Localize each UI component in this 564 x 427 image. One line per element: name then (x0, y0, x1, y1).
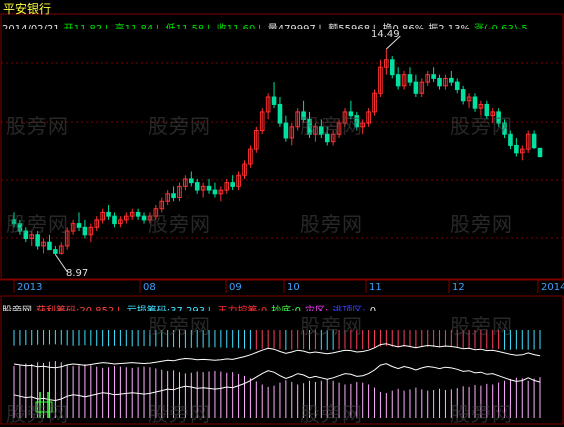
candle-body (437, 77, 442, 87)
candle-body (271, 96, 277, 105)
candle-body (514, 144, 519, 154)
candle-body (141, 215, 147, 221)
candle-body (53, 249, 58, 254)
date-tick-label: 10 (287, 282, 300, 293)
indicator-field-0: 股旁网 (2, 306, 32, 311)
watermark: 股旁网 (6, 212, 69, 236)
high-price-label: 14.49 (371, 29, 400, 40)
quote-field-8: 振2.13% (428, 24, 470, 29)
stock-name: 平安银行 (3, 2, 52, 16)
candle-body (212, 189, 218, 195)
indicator-field-4: 抄底:0 (271, 306, 301, 311)
candle-body (82, 226, 88, 236)
watermark: 股旁网 (450, 402, 513, 426)
main-pane-border (0, 13, 564, 280)
candle-body (460, 89, 466, 102)
date-tick-label: 11 (369, 282, 382, 293)
low-price-label: 8.97 (66, 268, 89, 279)
quote-info-line: 2014/02/21 开11.82↓ 高11.84↓ 低11.58↓ 收11.60↓ 量4… (2, 17, 564, 29)
loss-curve (13, 363, 541, 402)
quote-field-1: 开11.82↓ (64, 24, 111, 29)
candle-body (407, 74, 413, 83)
candle-body (230, 182, 235, 187)
watermark: 股旁网 (148, 402, 211, 426)
watermark: 股旁网 (450, 314, 513, 338)
candle-body (531, 133, 537, 149)
watermark: 股旁网 (300, 314, 363, 338)
watermark: 股旁网 (148, 314, 211, 338)
date-tick-label: 08 (143, 282, 156, 293)
candle-body (395, 74, 401, 87)
quote-field-3: 低11.58↓ (166, 24, 213, 29)
quote-field-2: 高11.84↓ (115, 24, 162, 29)
candle-body (431, 74, 436, 79)
candle-body (47, 241, 52, 251)
quote-field-5: 量479997↓ (268, 24, 325, 29)
date-tick-label: 12 (452, 282, 465, 293)
candle-body (283, 122, 289, 139)
watermark: 股旁网 (450, 212, 513, 236)
candle-body (449, 77, 454, 83)
date-tick-label: 09 (229, 282, 242, 293)
candle-body (171, 193, 176, 199)
watermark: 股旁网 (148, 114, 211, 138)
watermark: 股旁网 (450, 114, 513, 138)
quote-field-9: 涨(-0.63)-5. (474, 24, 531, 29)
date-tick-label: 2014 (541, 282, 564, 293)
watermark: 股旁网 (300, 212, 363, 236)
indicator-field-1: 获利筹码:20.852↓ (36, 306, 123, 311)
indicator-field-3: 王力控筹:0 (218, 306, 268, 311)
date-axis: 2013 08 09 10 11 12 2014 (0, 281, 564, 295)
watermark: 股旁网 (300, 114, 363, 138)
quote-field-4: 收11.60↓ (217, 24, 264, 29)
stock-chart-window: 平安银行 2014/02/21 开11.82↓ 高11.84↓ 低11.58↓ 收11.… (0, 0, 564, 426)
candle-body (537, 147, 543, 158)
candle-body (194, 182, 200, 191)
watermark: 股旁网 (6, 114, 69, 138)
candle-body (112, 215, 117, 225)
candle-body (277, 103, 283, 124)
candle-body (413, 81, 419, 94)
watermark: 股旁网 (6, 402, 69, 426)
candle-body (454, 81, 460, 91)
indicator-field-7: 0 (370, 306, 376, 311)
quote-field-0: 2014/02/21 (2, 24, 60, 29)
date-tick-label: 2013 (17, 282, 43, 293)
candle-body (76, 223, 82, 228)
candle-body (135, 211, 141, 217)
candle-body (106, 211, 111, 217)
candle-body (189, 178, 194, 184)
candle-body (472, 96, 478, 109)
profit-curve (13, 343, 541, 369)
watermark: 股旁网 (148, 212, 211, 236)
candle-body (389, 59, 395, 76)
candle-body (206, 185, 212, 191)
watermark: 股旁网 (300, 402, 363, 426)
